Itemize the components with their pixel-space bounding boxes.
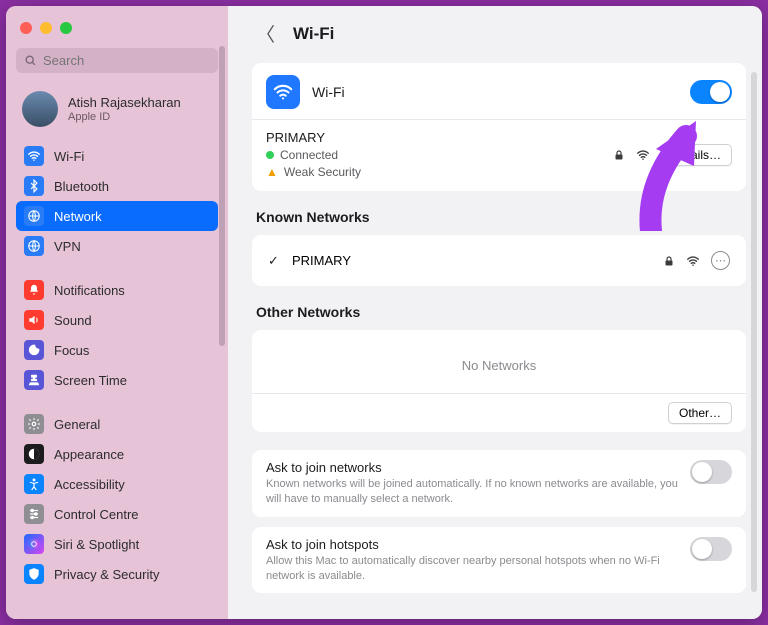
- warning-text: Weak Security: [284, 165, 361, 179]
- sidebar-item-label: VPN: [54, 239, 81, 254]
- sidebar-item-accessibility[interactable]: Accessibility: [16, 469, 218, 499]
- sound-icon: [24, 310, 44, 330]
- header: 〈 Wi-Fi: [252, 12, 746, 63]
- setting-row-1: Ask to join hotspots Allow this Mac to a…: [252, 527, 746, 594]
- lock-icon: [613, 148, 625, 162]
- known-networks-card: ✓ PRIMARY ⋯: [252, 235, 746, 286]
- sidebar-item-label: Wi-Fi: [54, 149, 84, 164]
- known-networks-header: Known Networks: [252, 209, 746, 235]
- sidebar-scrollbar[interactable]: [219, 46, 225, 346]
- back-button[interactable]: 〈: [252, 20, 279, 47]
- bt-icon: [24, 176, 44, 196]
- sidebar-item-label: Notifications: [54, 283, 125, 298]
- warning-icon: ▲: [266, 165, 278, 179]
- close-window-button[interactable]: [20, 22, 32, 34]
- setting-desc: Known networks will be joined automatica…: [266, 477, 678, 507]
- sidebar-item-label: Siri & Spotlight: [54, 537, 139, 552]
- sidebar-item-network[interactable]: Network: [16, 201, 218, 231]
- page-title: Wi-Fi: [293, 24, 334, 44]
- sidebar-item-vpn[interactable]: VPN: [16, 231, 218, 261]
- checkmark-icon: ✓: [268, 253, 282, 269]
- signal-icon: [635, 148, 651, 162]
- account-sub: Apple ID: [68, 111, 181, 123]
- sidebar-item-wi-fi[interactable]: Wi-Fi: [16, 141, 218, 171]
- sidebar-item-notifications[interactable]: Notifications: [16, 275, 218, 305]
- other-networks-card: No Networks Other…: [252, 330, 746, 432]
- status-text: Connected: [280, 148, 338, 162]
- minimize-window-button[interactable]: [40, 22, 52, 34]
- fullscreen-window-button[interactable]: [60, 22, 72, 34]
- focus-icon: [24, 340, 44, 360]
- details-button[interactable]: Details…: [661, 144, 732, 166]
- sidebar-item-label: Network: [54, 209, 102, 224]
- sidebar-item-label: Accessibility: [54, 477, 125, 492]
- general-icon: [24, 414, 44, 434]
- sidebar-item-appearance[interactable]: Appearance: [16, 439, 218, 469]
- sidebar-item-privacy-security[interactable]: Privacy & Security: [16, 559, 218, 589]
- setting-row-0: Ask to join networks Known networks will…: [252, 450, 746, 517]
- sidebar-item-screen-time[interactable]: Screen Time: [16, 365, 218, 395]
- known-network-row[interactable]: ✓ PRIMARY ⋯: [266, 247, 732, 274]
- control-icon: [24, 504, 44, 524]
- sidebar-item-focus[interactable]: Focus: [16, 335, 218, 365]
- lock-icon: [663, 254, 675, 268]
- no-networks-text: No Networks: [266, 342, 732, 383]
- other-networks-header: Other Networks: [252, 304, 746, 330]
- window-controls: [16, 18, 218, 48]
- wifi-toggle[interactable]: [690, 80, 732, 104]
- privacy-icon: [24, 564, 44, 584]
- other-network-button[interactable]: Other…: [668, 402, 732, 424]
- avatar: [22, 91, 58, 127]
- notif-icon: [24, 280, 44, 300]
- siri-icon: [24, 534, 44, 554]
- setting-toggle-1[interactable]: [690, 537, 732, 561]
- net-icon: [24, 206, 44, 226]
- sidebar: Atish Rajasekharan Apple ID Wi-Fi Blueto…: [6, 6, 228, 619]
- setting-desc: Allow this Mac to automatically discover…: [266, 554, 678, 584]
- wifi-icon: [24, 146, 44, 166]
- known-ssid: PRIMARY: [292, 253, 653, 268]
- wifi-icon: [266, 75, 300, 109]
- sidebar-item-label: Bluetooth: [54, 179, 109, 194]
- screen-icon: [24, 370, 44, 390]
- wifi-label: Wi-Fi: [312, 84, 678, 100]
- sidebar-item-bluetooth[interactable]: Bluetooth: [16, 171, 218, 201]
- appearance-icon: [24, 444, 44, 464]
- apple-id-row[interactable]: Atish Rajasekharan Apple ID: [16, 87, 218, 141]
- wifi-card: Wi-Fi PRIMARY Connected ▲ Weak Security: [252, 63, 746, 191]
- signal-icon: [685, 254, 701, 268]
- more-options-button[interactable]: ⋯: [711, 251, 730, 270]
- search-icon: [24, 54, 37, 67]
- status-dot: [266, 151, 274, 159]
- setting-title: Ask to join hotspots: [266, 537, 678, 552]
- sidebar-item-label: Screen Time: [54, 373, 127, 388]
- sidebar-item-label: Focus: [54, 343, 89, 358]
- current-ssid: PRIMARY: [266, 130, 613, 145]
- setting-title: Ask to join networks: [266, 460, 678, 475]
- vpn-icon: [24, 236, 44, 256]
- sidebar-item-sound[interactable]: Sound: [16, 305, 218, 335]
- settings-window: Atish Rajasekharan Apple ID Wi-Fi Blueto…: [6, 6, 762, 619]
- sidebar-item-label: Sound: [54, 313, 92, 328]
- search-box[interactable]: [16, 48, 218, 73]
- sidebar-item-siri-spotlight[interactable]: Siri & Spotlight: [16, 529, 218, 559]
- account-name: Atish Rajasekharan: [68, 95, 181, 111]
- setting-toggle-0[interactable]: [690, 460, 732, 484]
- sidebar-item-label: General: [54, 417, 100, 432]
- sidebar-item-label: Appearance: [54, 447, 124, 462]
- search-input[interactable]: [43, 53, 219, 68]
- sidebar-item-general[interactable]: General: [16, 409, 218, 439]
- sidebar-item-control-centre[interactable]: Control Centre: [16, 499, 218, 529]
- main-panel: 〈 Wi-Fi Wi-Fi PRIMARY Connected: [228, 6, 762, 619]
- main-scrollbar[interactable]: [751, 72, 757, 592]
- sidebar-item-label: Control Centre: [54, 507, 139, 522]
- access-icon: [24, 474, 44, 494]
- sidebar-item-label: Privacy & Security: [54, 567, 159, 582]
- current-network-row: PRIMARY Connected ▲ Weak Security: [266, 130, 732, 179]
